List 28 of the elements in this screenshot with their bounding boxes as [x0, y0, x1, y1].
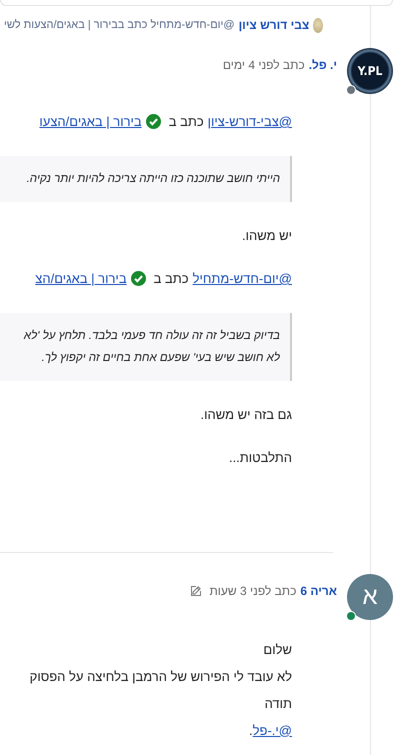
author-name[interactable]: אריה 6: [300, 582, 337, 600]
mention-link[interactable]: @יום-חדש-מתחיל: [192, 269, 292, 288]
reply-context[interactable]: @יום-חדש-מתחיל כתב בבירור | באגים/הצעות לשי: [4, 16, 235, 34]
topic-link[interactable]: בירור | באגים/הצ: [35, 269, 127, 288]
post-time[interactable]: כתב לפני 3 שעות: [210, 582, 296, 600]
post-text: התלבטות...: [228, 449, 292, 467]
check-icon: [130, 271, 146, 286]
post-time[interactable]: כתב לפני 4 ימים: [222, 56, 305, 74]
quote-label: כתב ב: [168, 113, 204, 131]
post-text: גם בזה יש משהו.: [200, 406, 292, 424]
author-name[interactable]: צבי דורש ציון: [238, 16, 310, 34]
post-text: שלום: [262, 640, 292, 658]
user-avatar[interactable]: א: [347, 574, 393, 620]
topic-link[interactable]: בירור | באגים/הצעו: [39, 112, 142, 132]
user-avatar[interactable]: Y.PL: [347, 48, 393, 94]
quote-text: הייתי חושב שתוכנה כזו הייתה צריכה להיות יותר נקיה.: [26, 172, 280, 186]
quote-text: לא חושב שיש בעי' שפעם אחת בחיים זה יקפוץ לך.: [42, 350, 280, 366]
post-text: לא עובד לי הפירוש של הרמבן בלחיצה על הפסוק: [28, 668, 292, 686]
author-name[interactable]: י. פל.: [308, 56, 337, 74]
quote-label: כתב ב: [154, 270, 189, 288]
mention-link[interactable]: @צבי-דורש-ציון: [208, 112, 292, 132]
mention-link[interactable]: @י.-פל: [252, 722, 292, 738]
user-avatar[interactable]: [313, 18, 323, 32]
post-text: תודה: [264, 694, 292, 712]
check-icon: [146, 114, 161, 130]
post-text: יש משהו.: [240, 226, 292, 244]
punctuation: .: [249, 722, 253, 738]
quote-text: בדיוק בשביל זה זה עולה חד פעמי בלבד. תלחץ על 'לא: [24, 328, 280, 344]
